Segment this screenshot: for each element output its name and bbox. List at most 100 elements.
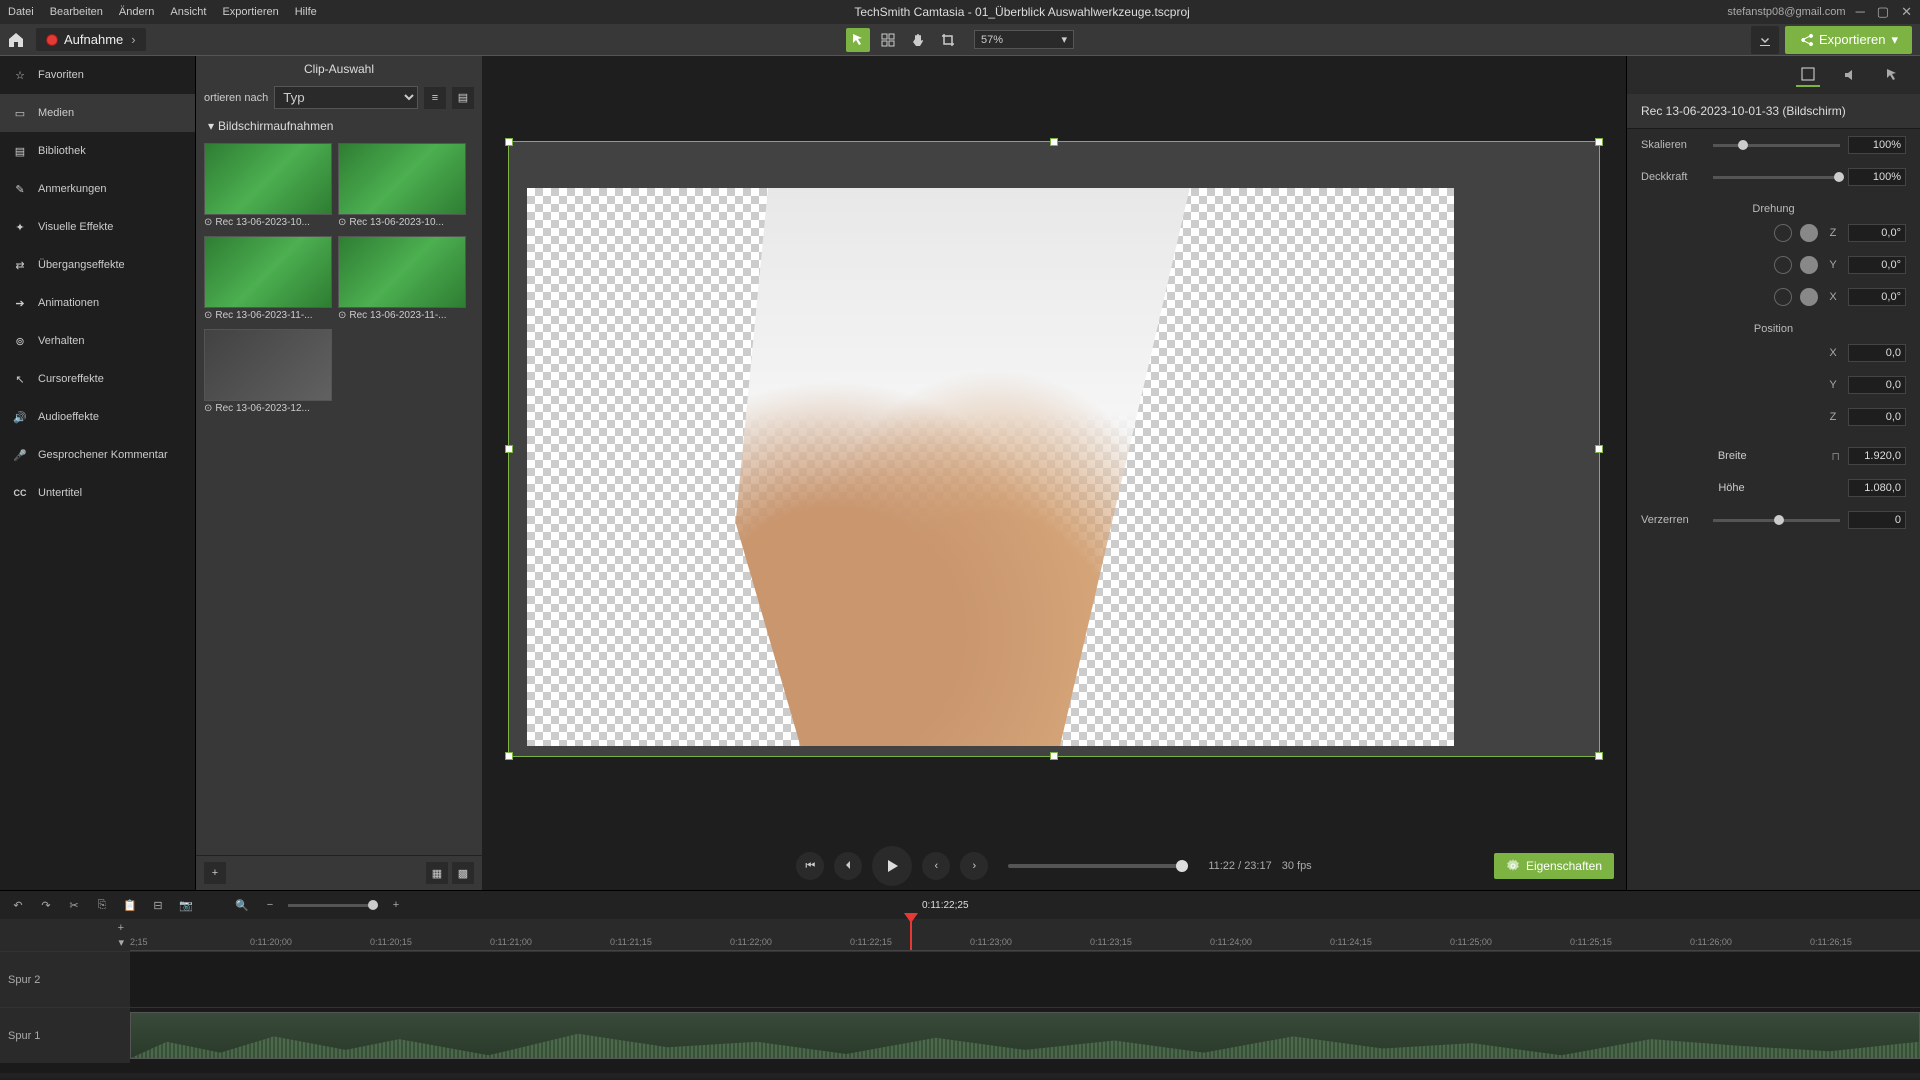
step-forward-button[interactable]: ‹ <box>922 852 950 880</box>
split-button[interactable]: ⊟ <box>148 895 168 915</box>
track-1-body[interactable] <box>130 1008 1920 1063</box>
position-y-input[interactable] <box>1848 376 1906 394</box>
sort-select[interactable]: Typ <box>274 86 418 109</box>
rotation-reset-x[interactable] <box>1774 288 1792 306</box>
position-z-input[interactable] <box>1848 408 1906 426</box>
resize-handle[interactable] <box>1595 138 1603 146</box>
section-screen-recordings[interactable]: ▾Bildschirmaufnahmen <box>196 113 482 139</box>
rotation-dial-y[interactable] <box>1800 256 1818 274</box>
download-button[interactable] <box>1751 26 1779 54</box>
redo-button[interactable]: ↷ <box>36 895 56 915</box>
select-tool[interactable] <box>846 28 870 52</box>
zoom-in-button[interactable]: + <box>386 895 406 915</box>
volume-slider[interactable] <box>1008 864 1188 868</box>
next-clip-button[interactable]: › <box>960 852 988 880</box>
resize-handle[interactable] <box>505 752 513 760</box>
menu-edit[interactable]: Bearbeiten <box>50 6 103 18</box>
link-icon[interactable]: ⊓ <box>1831 450 1840 463</box>
sidebar-item-audio-effects[interactable]: 🔊Audioeffekte <box>0 398 195 436</box>
rotation-y-input[interactable] <box>1848 256 1906 274</box>
export-button[interactable]: Exportieren ▾ <box>1785 26 1912 54</box>
copy-button[interactable]: ⎘ <box>92 895 112 915</box>
sidebar-item-favorites[interactable]: ☆Favoriten <box>0 56 195 94</box>
media-clip[interactable]: ⊙Rec 13-06-2023-11-... <box>204 236 332 323</box>
timeline-clip[interactable] <box>130 1012 1920 1059</box>
view-list-button[interactable]: ≡ <box>424 87 446 109</box>
sidebar-item-visual-effects[interactable]: ✦Visuelle Effekte <box>0 208 195 246</box>
user-account[interactable]: stefanstp08@gmail.com <box>1727 6 1845 18</box>
view-thumb-button[interactable]: ▩ <box>452 862 474 884</box>
canvas-preview[interactable] <box>508 141 1600 757</box>
position-x-input[interactable] <box>1848 344 1906 362</box>
skew-input[interactable] <box>1848 511 1906 529</box>
tab-cursor-props[interactable] <box>1880 63 1904 87</box>
sidebar-item-cursor-effects[interactable]: ↖Cursoreffekte <box>0 360 195 398</box>
track-menu-button[interactable]: ▾ <box>118 936 124 949</box>
timeline-zoom-slider[interactable] <box>288 904 378 907</box>
resize-handle[interactable] <box>1050 138 1058 146</box>
sidebar-item-media[interactable]: ▭Medien <box>0 94 195 132</box>
close-button[interactable]: ✕ <box>1901 4 1912 20</box>
rotation-reset-y[interactable] <box>1774 256 1792 274</box>
scale-slider[interactable] <box>1713 144 1840 147</box>
undo-button[interactable]: ↶ <box>8 895 28 915</box>
paste-button[interactable]: 📋 <box>120 895 140 915</box>
timeline-scrollbar[interactable] <box>0 1063 1920 1073</box>
scale-input[interactable] <box>1848 136 1906 154</box>
menu-modify[interactable]: Ändern <box>119 6 154 18</box>
rotation-dial-z[interactable] <box>1800 224 1818 242</box>
rotation-reset-z[interactable] <box>1774 224 1792 242</box>
playhead[interactable]: 0:11:22;25 <box>910 919 912 950</box>
opacity-slider[interactable] <box>1713 176 1840 179</box>
zoom-select[interactable]: 57% ▾ <box>974 30 1074 49</box>
menu-export[interactable]: Exportieren <box>222 6 278 18</box>
media-clip[interactable]: ⊙Rec 13-06-2023-12... <box>204 329 332 416</box>
skew-slider[interactable] <box>1713 519 1840 522</box>
sidebar-item-library[interactable]: ▤Bibliothek <box>0 132 195 170</box>
sidebar-item-captions[interactable]: CCUntertitel <box>0 474 195 512</box>
rotation-z-input[interactable] <box>1848 224 1906 242</box>
media-clip[interactable]: ⊙Rec 13-06-2023-10... <box>338 143 466 230</box>
resize-handle[interactable] <box>1595 445 1603 453</box>
crop-tool[interactable] <box>936 28 960 52</box>
menu-help[interactable]: Hilfe <box>295 6 317 18</box>
rotation-x-input[interactable] <box>1848 288 1906 306</box>
resize-handle[interactable] <box>1595 752 1603 760</box>
home-button[interactable] <box>0 24 32 56</box>
media-clip[interactable]: ⊙Rec 13-06-2023-11-... <box>338 236 466 323</box>
maximize-button[interactable]: ▢ <box>1877 4 1889 20</box>
minimize-button[interactable]: ─ <box>1856 4 1865 20</box>
media-clip[interactable]: ⊙Rec 13-06-2023-10... <box>204 143 332 230</box>
step-back-button[interactable]: ⏴ <box>834 852 862 880</box>
rotation-dial-x[interactable] <box>1800 288 1818 306</box>
sidebar-item-behaviors[interactable]: ⊚Verhalten <box>0 322 195 360</box>
resize-handle[interactable] <box>505 138 513 146</box>
cut-button[interactable]: ✂ <box>64 895 84 915</box>
tab-visual-props[interactable] <box>1796 63 1820 87</box>
prev-clip-button[interactable]: ⏮ <box>796 852 824 880</box>
timeline-ruler[interactable]: 2;15 0:11:20;00 0:11:20;15 0:11:21;00 0:… <box>130 919 1920 951</box>
record-button[interactable]: Aufnahme › <box>36 28 146 51</box>
sidebar-item-transitions[interactable]: ⇄Übergangseffekte <box>0 246 195 284</box>
menu-file[interactable]: Datei <box>8 6 34 18</box>
group-tool[interactable] <box>876 28 900 52</box>
sidebar-item-voice-narration[interactable]: 🎤Gesprochener Kommentar <box>0 436 195 474</box>
resize-handle[interactable] <box>505 445 513 453</box>
height-input[interactable] <box>1848 479 1906 497</box>
zoom-out-button[interactable]: − <box>260 895 280 915</box>
opacity-input[interactable] <box>1848 168 1906 186</box>
add-media-button[interactable]: + <box>204 862 226 884</box>
tab-audio-props[interactable] <box>1838 63 1862 87</box>
resize-handle[interactable] <box>1050 752 1058 760</box>
track-header-1[interactable]: Spur 1 <box>0 1008 130 1063</box>
track-header-2[interactable]: Spur 2 <box>0 952 130 1007</box>
sidebar-item-annotations[interactable]: ✎Anmerkungen <box>0 170 195 208</box>
snapshot-button[interactable]: 📷 <box>176 895 196 915</box>
track-2-body[interactable] <box>130 952 1920 1007</box>
properties-button[interactable]: Eigenschaften <box>1494 853 1614 879</box>
play-button[interactable] <box>872 846 912 886</box>
width-input[interactable] <box>1848 447 1906 465</box>
view-grid-button[interactable]: ▤ <box>452 87 474 109</box>
view-detail-button[interactable]: ▦ <box>426 862 448 884</box>
add-track-button[interactable]: + <box>118 922 124 934</box>
